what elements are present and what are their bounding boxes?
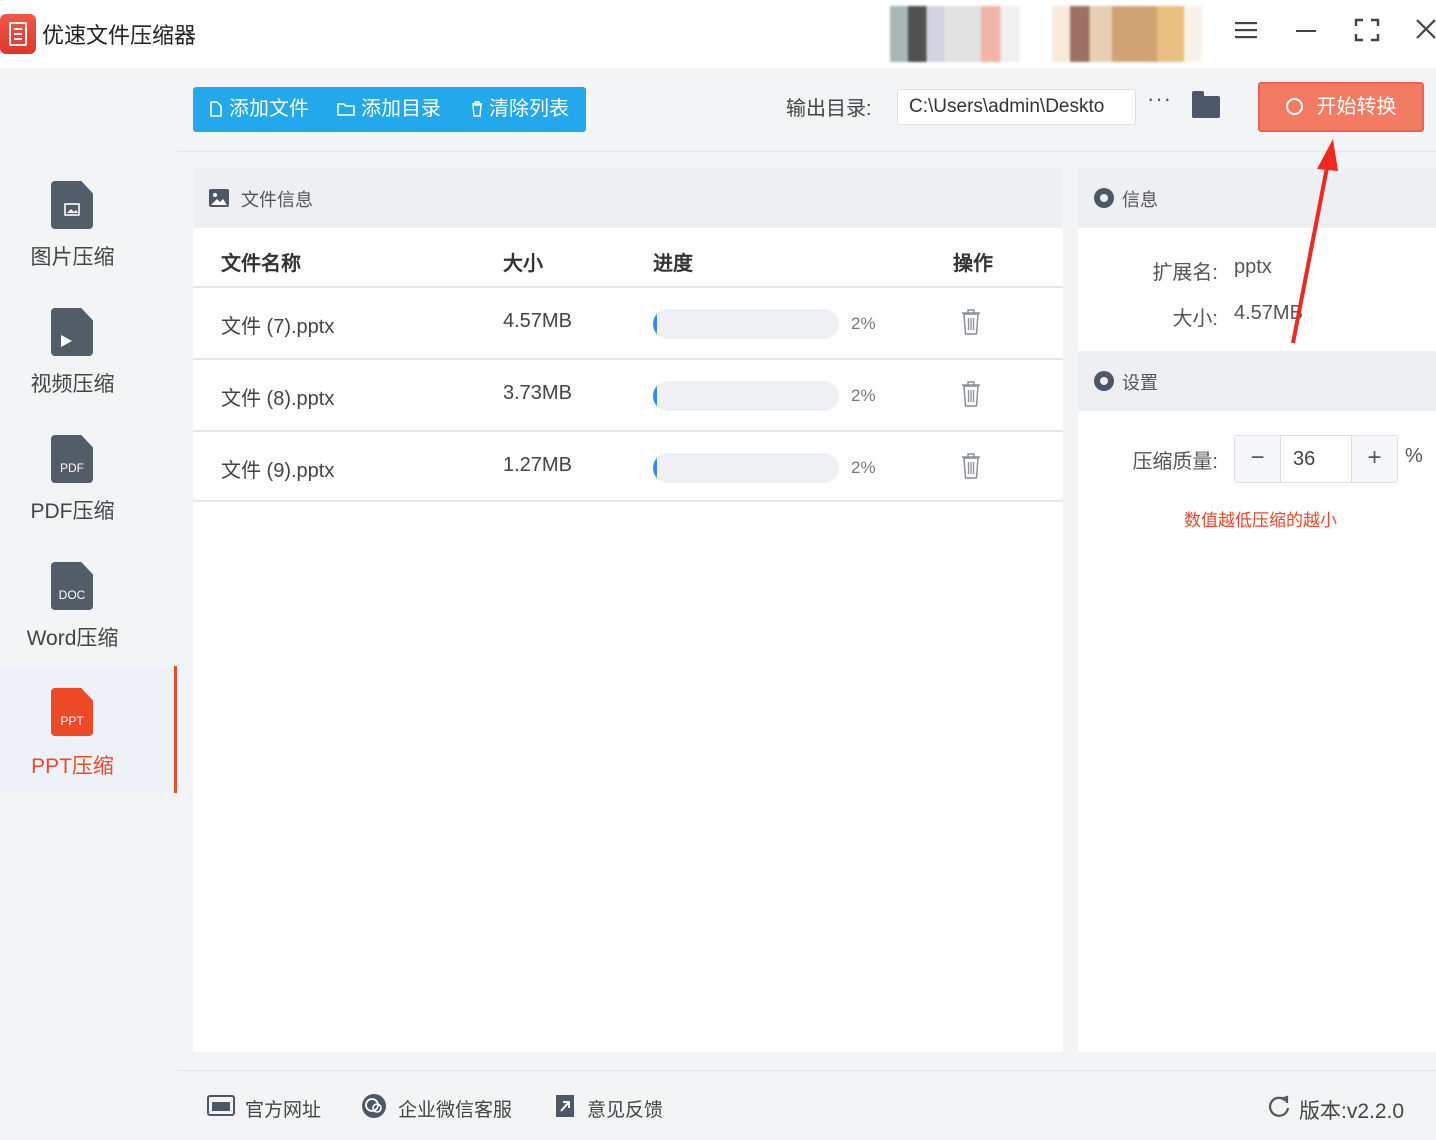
open-folder-icon[interactable]: [1192, 91, 1220, 118]
quality-stepper[interactable]: − 36 +: [1234, 435, 1398, 483]
ppt-file-icon: PPT: [51, 688, 93, 736]
obscured-user-area: [890, 6, 1020, 62]
sidebar: 图片压缩 视频压缩 PDF PDF压缩 DOC Word压缩 PPT PPT压缩: [0, 68, 177, 1140]
size-label: 大小:: [1172, 308, 1218, 330]
file-button-group: 添加文件 添加目录 清除列表: [193, 87, 586, 132]
file-size: 1.27MB: [503, 454, 572, 476]
sidebar-item-ppt[interactable]: PPT PPT压缩: [0, 666, 177, 793]
website-link[interactable]: 官方网址: [245, 1095, 321, 1122]
refresh-icon[interactable]: [1265, 1093, 1293, 1119]
output-dir-input[interactable]: C:\Users\admin\Deskto: [897, 89, 1136, 125]
progress-bar: [653, 381, 839, 411]
file-list-panel: 文件信息 文件名称 大小 进度 操作 文件 (7).pptx 4.57MB 2%…: [193, 168, 1063, 1052]
column-header-name: 文件名称: [221, 253, 301, 275]
trash-icon: [472, 101, 482, 117]
title-bar: 优速文件压缩器: [0, 0, 1436, 68]
info-panel: 信息 扩展名: pptx 大小: 4.57MB 设置 压缩质量: − 36 + …: [1078, 168, 1436, 1052]
quality-value[interactable]: 36: [1293, 448, 1315, 471]
loading-ring-icon: [1285, 98, 1303, 115]
sidebar-item-label: PDF压缩: [30, 500, 115, 523]
annotation-arrow: [1291, 139, 1338, 344]
sidebar-item-pdf[interactable]: PDF PDF压缩: [0, 419, 177, 546]
obscured-user-area-2: [1052, 6, 1202, 62]
sidebar-item-label: 视频压缩: [30, 373, 115, 396]
progress-bar: [653, 453, 839, 483]
quality-label: 压缩质量:: [1132, 451, 1218, 473]
progress-percent: 2%: [851, 386, 876, 405]
decrease-button[interactable]: −: [1235, 436, 1281, 482]
column-header-progress: 进度: [653, 253, 693, 275]
panel-title: 文件信息: [241, 190, 313, 210]
app-logo-icon: [0, 14, 36, 54]
video-file-icon: [51, 308, 93, 356]
toolbar: 添加文件 添加目录 清除列表 输出目录: C:\Users\admin\Desk…: [177, 68, 1436, 152]
file-panel-header: 文件信息: [193, 168, 1063, 228]
footer: 官方网址 企业微信客服 意见反馈 版本:v2.2.0: [177, 1070, 1436, 1140]
sidebar-item-image[interactable]: 图片压缩: [0, 165, 177, 292]
column-header-action: 操作: [953, 253, 993, 275]
file-name: 文件 (9).pptx: [221, 460, 335, 482]
add-file-button[interactable]: 添加文件: [209, 87, 309, 132]
minimize-icon[interactable]: [1291, 18, 1321, 48]
progress-bar: [653, 309, 839, 339]
file-size: 3.73MB: [503, 382, 572, 404]
file-name: 文件 (7).pptx: [221, 316, 335, 338]
maximize-icon[interactable]: [1352, 18, 1382, 48]
menu-icon[interactable]: [1231, 18, 1261, 48]
progress-fill: [653, 453, 657, 483]
progress-fill: [653, 309, 657, 339]
increase-button[interactable]: +: [1351, 436, 1397, 482]
progress-percent: 2%: [851, 458, 876, 477]
pdf-file-icon: PDF: [51, 435, 93, 483]
extension-label: 扩展名:: [1152, 262, 1218, 284]
image-file-icon: [51, 181, 93, 229]
delete-icon[interactable]: [961, 308, 981, 336]
add-directory-button[interactable]: 添加目录: [337, 87, 441, 132]
output-dir-label: 输出目录:: [786, 98, 872, 120]
gear-icon: [1094, 371, 1114, 391]
settings-title: 设置: [1122, 373, 1158, 393]
more-options-button[interactable]: ···: [1147, 86, 1172, 112]
settings-header: 设置: [1078, 351, 1436, 411]
quality-hint: 数值越低压缩的越小: [1184, 511, 1337, 530]
file-icon: [210, 101, 222, 117]
column-header-size: 大小: [503, 253, 543, 275]
wechat-icon[interactable]: [360, 1093, 388, 1119]
gear-icon: [1094, 188, 1114, 208]
website-icon[interactable]: [207, 1093, 235, 1119]
doc-file-icon: DOC: [51, 562, 93, 610]
progress-fill: [653, 381, 657, 411]
sidebar-item-label: 图片压缩: [30, 246, 115, 269]
progress-percent: 2%: [851, 314, 876, 333]
info-title: 信息: [1122, 190, 1158, 210]
extension-value: pptx: [1234, 256, 1272, 278]
table-row: 文件 (8).pptx 3.73MB 2%: [193, 358, 1063, 430]
app-title: 优速文件压缩器: [42, 23, 197, 48]
image-icon: [209, 189, 229, 207]
delete-icon[interactable]: [961, 380, 981, 408]
table-row: 文件 (9).pptx 1.27MB 2%: [193, 430, 1063, 502]
sidebar-item-label: PPT压缩: [31, 755, 114, 778]
sidebar-item-word[interactable]: DOC Word压缩: [0, 546, 177, 673]
start-convert-button[interactable]: 开始转换: [1258, 82, 1424, 132]
feedback-icon[interactable]: [552, 1093, 580, 1119]
version-label: 版本:v2.2.0: [1299, 1100, 1405, 1123]
sidebar-item-label: Word压缩: [26, 627, 119, 650]
quality-unit: %: [1405, 445, 1423, 467]
info-header: 信息: [1078, 168, 1436, 228]
clear-list-button[interactable]: 清除列表: [471, 87, 569, 132]
close-icon[interactable]: [1411, 18, 1436, 48]
file-name: 文件 (8).pptx: [221, 388, 335, 410]
wechat-support-link[interactable]: 企业微信客服: [398, 1095, 512, 1122]
file-size: 4.57MB: [503, 310, 572, 332]
folder-icon: [337, 103, 355, 116]
sidebar-item-video[interactable]: 视频压缩: [0, 292, 177, 419]
feedback-link[interactable]: 意见反馈: [587, 1095, 663, 1122]
delete-icon[interactable]: [961, 452, 981, 480]
table-row: 文件 (7).pptx 4.57MB 2%: [193, 286, 1063, 358]
